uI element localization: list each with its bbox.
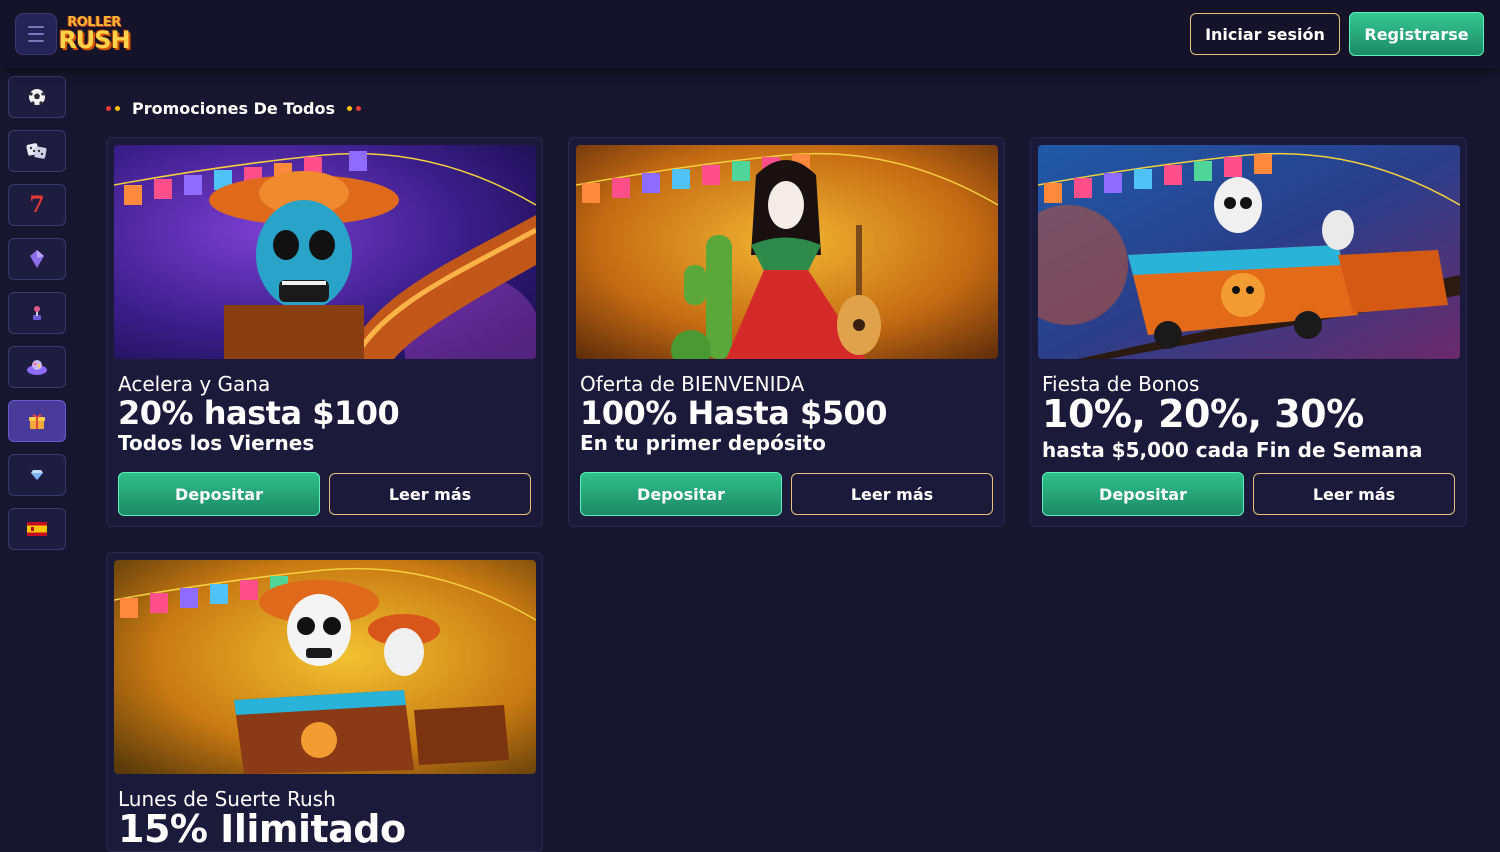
read-more-button[interactable]: Leer más xyxy=(791,473,993,515)
sidebar-item-sports[interactable] xyxy=(8,76,66,118)
hamburger-menu-button[interactable] xyxy=(15,13,57,55)
page-title: Promociones De Todos xyxy=(132,98,336,118)
sidebar-item-live-casino[interactable] xyxy=(8,130,66,172)
promo-image-skeleton-rollercoaster[interactable] xyxy=(114,145,536,359)
seven-icon: 7 xyxy=(29,192,45,218)
promo-headline: 15% Ilimitado xyxy=(118,807,406,851)
dice-icon xyxy=(26,143,47,159)
promo-detail: Todos los Viernes xyxy=(118,431,315,455)
sidebar-item-slots[interactable]: 7 xyxy=(8,184,66,226)
deposit-button[interactable]: Depositar xyxy=(580,472,782,516)
spain-flag-icon xyxy=(27,522,47,536)
sidebar-item-games[interactable] xyxy=(8,292,66,334)
title-dots-left xyxy=(106,105,120,111)
sidebar-item-lottery[interactable] xyxy=(8,346,66,388)
promo-headline: 100% Hasta $500 xyxy=(580,394,888,432)
promo-subtitle: Oferta de BIENVENIDA xyxy=(580,372,805,396)
login-button[interactable]: Iniciar sesión xyxy=(1190,13,1340,55)
title-dots-right xyxy=(347,105,362,111)
promo-image-lucky-monday[interactable] xyxy=(114,560,536,774)
deposit-button[interactable]: Depositar xyxy=(118,472,320,516)
section-title: Promociones De Todos xyxy=(106,96,362,120)
sidebar-item-vip[interactable] xyxy=(8,454,66,496)
promo-image-catrina-welcome[interactable] xyxy=(576,145,998,359)
sidebar-item-language[interactable] xyxy=(8,508,66,550)
menu-icon xyxy=(28,26,44,28)
sidebar-item-promotions[interactable] xyxy=(8,400,66,442)
read-more-button[interactable]: Leer más xyxy=(1253,473,1455,515)
joystick-icon xyxy=(33,306,41,320)
read-more-button[interactable]: Leer más xyxy=(329,473,531,515)
promo-detail: En tu primer depósito xyxy=(580,431,826,455)
promo-headline: 20% hasta $100 xyxy=(118,394,400,432)
promo-subtitle: Acelera y Gana xyxy=(118,372,271,396)
gift-icon xyxy=(29,414,45,429)
sidebar: 7 xyxy=(8,76,66,562)
promo-headline: 10%, 20%, 30% xyxy=(1042,392,1364,436)
promo-card: Oferta de BIENVENIDA 100% Hasta $500 En … xyxy=(568,137,1005,527)
sidebar-item-crypto[interactable] xyxy=(8,238,66,280)
promo-card: Lunes de Suerte Rush 15% Ilimitado xyxy=(106,552,543,852)
soccer-ball-icon xyxy=(29,89,45,105)
top-bar: ROLLER RUSH Iniciar sesión Registrarse xyxy=(0,0,1500,68)
promo-card: Fiesta de Bonos 10%, 20%, 30% hasta $5,0… xyxy=(1030,137,1467,527)
deposit-button[interactable]: Depositar xyxy=(1042,472,1244,516)
promo-card: Acelera y Gana 20% hasta $100 Todos los … xyxy=(106,137,543,527)
crystal-icon xyxy=(30,250,44,268)
lottery-icon xyxy=(27,360,47,375)
diamond-icon xyxy=(31,470,43,480)
promo-image-bonus-fiesta-train[interactable] xyxy=(1038,145,1460,359)
register-button[interactable]: Registrarse xyxy=(1349,12,1484,56)
promo-detail: hasta $5,000 cada Fin de Semana xyxy=(1042,438,1423,462)
roller-rush-logo[interactable]: ROLLER RUSH xyxy=(58,11,130,57)
